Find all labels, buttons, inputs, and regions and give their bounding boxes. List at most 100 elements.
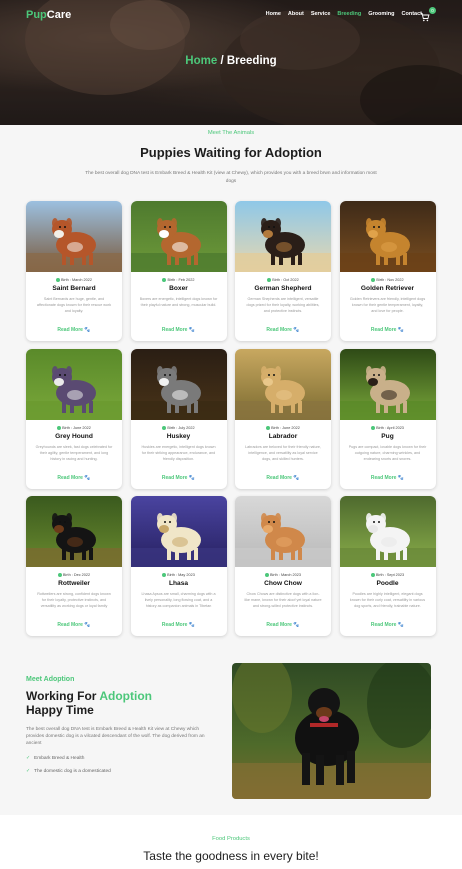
nav-home[interactable]: Home: [266, 11, 281, 17]
puppy-bio: Greyhounds are sleek, fast dogs celebrat…: [35, 444, 113, 461]
nav-breeding[interactable]: Breeding: [337, 11, 361, 17]
birth-date: Birth : Dec 2022: [26, 573, 122, 577]
puppy-image: [26, 348, 122, 420]
calendar-icon: [371, 425, 376, 430]
read-more-link[interactable]: Read More 🐾: [340, 475, 436, 481]
cart-button[interactable]: 0: [420, 7, 436, 22]
poodle-photo: [339, 496, 436, 567]
birth-date: Birth : March 2023: [235, 573, 331, 577]
adoption-kicker: Meet Adoption: [26, 676, 75, 683]
labrador-photo: [235, 348, 331, 420]
puppy-card[interactable]: Birth : June 2022 Grey Hound Greyhounds …: [26, 348, 122, 489]
adoption-bullet: ✓ The domestic dog is a domesticated: [26, 769, 111, 774]
puppy-image: [130, 201, 227, 272]
puppy-card[interactable]: Birth : Dec 2022 Rottweiler Rottweilers …: [26, 496, 122, 636]
paw-icon: 🐾: [397, 327, 405, 333]
animals-title: Puppies Waiting for Adoption: [140, 145, 322, 160]
nav-about[interactable]: About: [288, 11, 304, 17]
puppy-grid: Birth : March 2022 Saint Bernard Saint B…: [26, 201, 436, 636]
puppy-bio: Saint Bernards are huge, gentle, and aff…: [36, 297, 112, 313]
calendar-icon: [57, 425, 62, 430]
paw-icon: 🐾: [188, 622, 196, 628]
check-icon: ✓: [26, 769, 31, 774]
puppy-name: Huskey: [166, 432, 191, 440]
puppy-bio: Chow Chows are distinctive dogs with a l…: [244, 592, 322, 608]
puppy-name: Rottweiler: [58, 580, 90, 587]
read-more-link[interactable]: Read More 🐾: [131, 622, 227, 628]
rottweiler-photo: [26, 496, 122, 567]
paw-icon: 🐾: [84, 474, 91, 481]
read-more-link[interactable]: Read More 🐾: [235, 327, 331, 333]
puppy-name: Lhasa: [168, 580, 189, 587]
nav-grooming[interactable]: Grooming: [368, 11, 394, 17]
food-kicker: Food Products: [212, 836, 250, 842]
paw-icon: 🐾: [397, 474, 405, 481]
puppy-card[interactable]: Birth : July 2022 Huskey Huskies are ene…: [130, 348, 227, 489]
puppy-image: [130, 348, 227, 420]
brand-logo[interactable]: PupCare: [26, 9, 71, 21]
puppy-card[interactable]: Birth : May 2023 Lhasa Lhasa Apsos are s…: [130, 496, 227, 636]
paw-icon: 🐾: [188, 327, 196, 333]
german-shepherd-photo: [235, 201, 331, 272]
adoption-title: Working For Adoption Happy Time: [26, 689, 152, 717]
cart-count-badge: 0: [429, 7, 436, 14]
breadcrumb-current: Breeding: [226, 55, 277, 67]
puppy-name: Labrador: [268, 432, 298, 440]
calendar-icon: [162, 278, 167, 282]
puppy-image: [26, 496, 122, 567]
birth-date: Birth : Oct 2022: [235, 278, 331, 282]
chow-chow-photo: [235, 496, 331, 567]
calendar-icon: [264, 573, 269, 577]
read-more-link[interactable]: Read More 🐾: [235, 622, 331, 628]
grey-hound-photo: [26, 348, 122, 420]
animals-kicker: Meet The Animals: [207, 130, 255, 136]
puppy-image: [235, 201, 331, 272]
read-more-link[interactable]: Read More 🐾: [235, 475, 331, 481]
puppy-image: [235, 348, 331, 420]
rottweiler-photo: [232, 663, 431, 799]
paw-icon: 🐾: [293, 622, 300, 628]
puppy-bio: Lhasa Apsos are small, charming dogs wit…: [141, 592, 216, 608]
puppy-name: Saint Bernard: [52, 285, 96, 292]
paw-icon: 🐾: [293, 327, 300, 333]
read-more-link[interactable]: Read More 🐾: [26, 475, 122, 481]
read-more-link[interactable]: Read More 🐾: [340, 327, 436, 333]
puppy-card[interactable]: Birth : March 2022 Saint Bernard Saint B…: [26, 201, 122, 341]
read-more-link[interactable]: Read More 🐾: [131, 327, 227, 333]
nav-contact[interactable]: Contact: [402, 11, 422, 17]
puppy-bio: Golden Retrievers are friendly, intellig…: [349, 297, 426, 313]
puppy-name: Boxer: [169, 285, 188, 292]
puppy-card[interactable]: Birth : March 2023 Chow Chow Chow Chows …: [235, 496, 331, 636]
breadcrumb-home[interactable]: Home: [185, 55, 217, 67]
puppy-card[interactable]: Birth : June 2022 Labrador Labradors are…: [235, 348, 331, 489]
birth-date: Birth : May 2023: [131, 573, 227, 577]
read-more-link[interactable]: Read More 🐾: [340, 622, 436, 628]
calendar-icon: [55, 278, 60, 282]
top-nav: PupCare Home About Service Breeding Groo…: [0, 7, 462, 24]
puppy-bio: German Shepherds are intelligent, versat…: [246, 297, 320, 313]
saint-bernard-photo: [26, 201, 122, 272]
puppy-card[interactable]: Birth : Oct 2022 German Shepherd German …: [235, 201, 331, 341]
puppy-bio: Huskies are energetic, intelligent dogs …: [141, 444, 216, 461]
puppy-image: [339, 348, 436, 420]
adoption-section: Meet Adoption Working For Adoption Happy …: [0, 662, 462, 802]
calendar-icon: [267, 278, 272, 282]
puppy-image: [130, 496, 227, 567]
puppy-card[interactable]: Birth : April 2023 Pug Pugs are compact,…: [339, 348, 436, 489]
puppy-card[interactable]: Birth : Nov 2022 Golden Retriever Golden…: [339, 201, 436, 341]
birth-date: Birth : June 2022: [26, 425, 122, 430]
birth-date: Birth : Nov 2022: [340, 278, 436, 282]
puppy-image: [26, 201, 122, 272]
read-more-link[interactable]: Read More 🐾: [131, 475, 227, 481]
puppy-card[interactable]: Birth : Sept 2023 Poodle Poodles are hig…: [339, 496, 436, 636]
breadcrumb-separator: /: [217, 55, 227, 67]
puppy-image: [339, 201, 436, 272]
birth-date: Birth : Feb 2022: [131, 278, 227, 282]
lhasa-photo: [130, 496, 227, 567]
puppy-name: Poodle: [376, 580, 399, 587]
nav-service[interactable]: Service: [311, 11, 331, 17]
puppy-bio: Poodles are highly intelligent, elegant …: [349, 592, 426, 608]
read-more-link[interactable]: Read More 🐾: [26, 622, 122, 628]
puppy-card[interactable]: Birth : Feb 2022 Boxer Boxers are energe…: [130, 201, 227, 341]
read-more-link[interactable]: Read More 🐾: [26, 327, 122, 333]
